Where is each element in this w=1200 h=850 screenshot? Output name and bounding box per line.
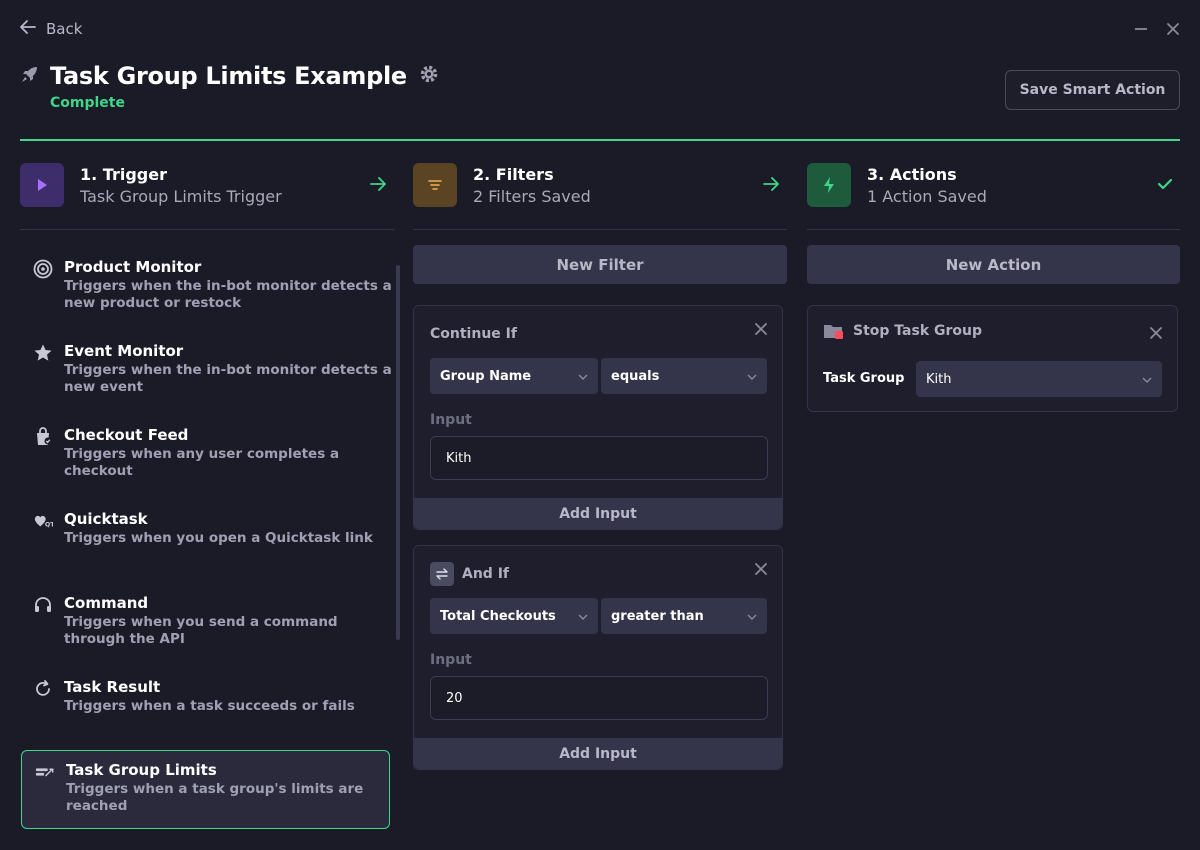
back-label: Back <box>46 20 83 38</box>
close-icon[interactable] <box>755 560 767 579</box>
trigger-name: Quicktask <box>64 510 148 528</box>
trigger-name: Task Group Limits <box>66 761 217 779</box>
page-title: Task Group Limits Example <box>50 62 407 90</box>
select-value: Group Name <box>440 368 532 384</box>
step-trigger-subtitle: Task Group Limits Trigger <box>80 186 282 206</box>
trigger-description: Triggers when you open a Quicktask link <box>64 530 373 546</box>
filter-card-1: Continue If Group Name equals Input Kith… <box>413 305 783 530</box>
chevron-down-icon <box>747 610 757 623</box>
chevron-down-icon <box>578 370 588 383</box>
input-value: Kith <box>446 450 472 466</box>
trigger-description: Triggers when a task group's limits are … <box>66 781 364 814</box>
trigger-item-product-monitor[interactable]: Product Monitor Triggers when the in-bot… <box>20 248 392 332</box>
svg-text:QT: QT <box>45 521 53 528</box>
header-divider <box>20 139 1180 141</box>
task-group-label: Task Group <box>823 371 905 386</box>
step-filters-title: 2. Filters <box>473 164 554 184</box>
rocket-icon <box>20 64 40 88</box>
radar-icon <box>33 259 53 279</box>
step-trigger-title: 1. Trigger <box>80 164 167 184</box>
filter-field-select[interactable]: Total Checkouts <box>430 598 598 634</box>
select-value: Total Checkouts <box>440 608 556 624</box>
trigger-description: Triggers when the in-bot monitor detects… <box>64 362 392 395</box>
trigger-list-scrollbar[interactable] <box>396 265 400 640</box>
close-icon[interactable] <box>1166 20 1180 41</box>
trigger-name: Product Monitor <box>64 258 202 276</box>
step-actions-subtitle: 1 Action Saved <box>867 186 987 206</box>
filter-operator-select[interactable]: equals <box>601 358 767 394</box>
trigger-description: Triggers when a task succeeds or fails <box>64 698 355 714</box>
check-icon <box>1157 175 1173 196</box>
filter-input-field[interactable]: 20 <box>430 676 768 720</box>
close-icon[interactable] <box>755 320 767 339</box>
chevron-down-icon <box>747 370 757 383</box>
filter-label: Continue If <box>430 326 517 342</box>
input-label: Input <box>430 412 472 428</box>
arrow-right-icon <box>763 175 779 196</box>
swap-icon <box>430 562 454 586</box>
step-filters[interactable]: 2. Filters 2 Filters Saved <box>413 163 591 207</box>
step-actions[interactable]: 3. Actions 1 Action Saved <box>807 163 987 207</box>
filter-icon <box>413 163 457 207</box>
input-value: 20 <box>446 690 463 706</box>
gear-icon[interactable] <box>419 64 439 88</box>
trigger-item-quicktask[interactable]: QT Quicktask Triggers when you open a Qu… <box>20 500 392 584</box>
checkout-icon <box>33 427 53 447</box>
status-badge: Complete <box>50 95 125 111</box>
trigger-description: Triggers when any user completes a check… <box>64 446 340 479</box>
limits-icon <box>35 762 55 782</box>
arrow-left-icon <box>20 20 36 38</box>
trigger-description: Triggers when the in-bot monitor detects… <box>64 278 392 311</box>
new-action-button[interactable]: New Action <box>807 245 1180 284</box>
folder-stop-icon <box>823 322 845 344</box>
trigger-item-checkout-feed[interactable]: Checkout Feed Triggers when any user com… <box>20 416 392 500</box>
filter-label: And If <box>462 566 509 582</box>
bolt-icon <box>807 163 851 207</box>
refresh-icon <box>33 679 53 699</box>
window-controls <box>1134 20 1180 41</box>
filter-card-2: And If Total Checkouts greater than Inpu… <box>413 545 783 770</box>
action-card-1: Stop Task Group Task Group Kith <box>807 305 1178 412</box>
filter-input-field[interactable]: Kith <box>430 436 768 480</box>
action-label: Stop Task Group <box>853 323 983 339</box>
chevron-down-icon <box>1142 373 1152 386</box>
select-value: equals <box>611 368 660 384</box>
star-icon <box>33 343 53 363</box>
arrow-right-icon <box>370 175 386 196</box>
close-icon[interactable] <box>1150 324 1162 343</box>
filter-field-select[interactable]: Group Name <box>430 358 598 394</box>
trigger-list: Product Monitor Triggers when the in-bot… <box>20 248 392 829</box>
task-group-select[interactable]: Kith <box>916 361 1162 397</box>
select-value: Kith <box>926 371 952 387</box>
step-actions-title: 3. Actions <box>867 164 957 184</box>
actions-separator <box>807 229 1180 230</box>
trigger-name: Command <box>64 594 149 612</box>
filters-separator <box>413 229 787 230</box>
play-icon <box>20 163 64 207</box>
trigger-item-command[interactable]: Command Triggers when you send a command… <box>20 584 392 668</box>
headset-icon <box>33 595 53 615</box>
save-smart-action-button[interactable]: Save Smart Action <box>1005 70 1180 110</box>
trigger-item-task-group-limits[interactable]: Task Group Limits Triggers when a task g… <box>21 750 390 829</box>
minimize-icon[interactable] <box>1134 20 1148 41</box>
trigger-separator <box>20 229 394 230</box>
title-row: Task Group Limits Example <box>20 62 439 90</box>
back-button[interactable]: Back <box>20 20 82 38</box>
trigger-name: Task Result <box>64 678 161 696</box>
add-input-button[interactable]: Add Input <box>414 498 782 529</box>
step-filters-subtitle: 2 Filters Saved <box>473 186 591 206</box>
trigger-item-event-monitor[interactable]: Event Monitor Triggers when the in-bot m… <box>20 332 392 416</box>
filter-operator-select[interactable]: greater than <box>601 598 767 634</box>
new-filter-button[interactable]: New Filter <box>413 245 787 284</box>
trigger-description: Triggers when you send a command through… <box>64 614 338 647</box>
trigger-name: Event Monitor <box>64 342 184 360</box>
quicktask-icon: QT <box>33 511 53 531</box>
step-trigger[interactable]: 1. Trigger Task Group Limits Trigger <box>20 163 282 207</box>
input-label: Input <box>430 652 472 668</box>
select-value: greater than <box>611 608 704 624</box>
trigger-item-task-result[interactable]: Task Result Triggers when a task succeed… <box>20 668 392 752</box>
chevron-down-icon <box>578 610 588 623</box>
trigger-name: Checkout Feed <box>64 426 189 444</box>
add-input-button[interactable]: Add Input <box>414 738 782 769</box>
